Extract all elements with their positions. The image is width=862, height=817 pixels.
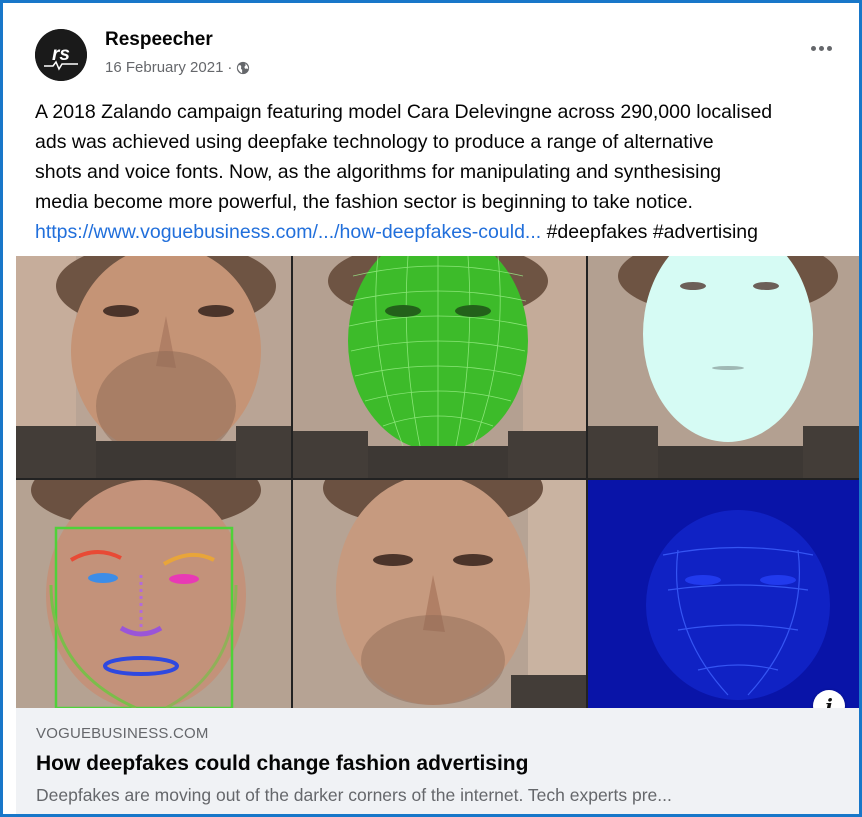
preview-headline[interactable]: How deepfakes could change fashion adver…: [36, 752, 528, 776]
link-preview[interactable]: VOGUEBUSINESS.COM How deepfakes could ch…: [16, 708, 859, 814]
hashtags[interactable]: #deepfakes #advertising: [541, 221, 758, 243]
face-photo-2: [293, 480, 586, 708]
post-meta: 16 February 2021 ·: [105, 59, 250, 76]
face-mesh-photo: [293, 256, 586, 478]
face-landmarks-photo: [16, 480, 291, 708]
post-text-line: media become more powerful, the fashion …: [35, 191, 693, 213]
preview-domain: VOGUEBUSINESS.COM: [36, 725, 209, 742]
article-link[interactable]: https://www.voguebusiness.com/.../how-de…: [35, 221, 541, 243]
post-image[interactable]: [16, 256, 859, 708]
author-name[interactable]: Respeecher: [105, 29, 213, 51]
respeecher-logo: rs: [35, 29, 87, 81]
post-text-line: ads was achieved using deepfake technolo…: [35, 131, 714, 153]
post-text-line: shots and voice fonts. Now, as the algor…: [35, 161, 722, 183]
face-photo-1: [16, 256, 291, 478]
more-options-icon[interactable]: [806, 36, 836, 60]
post-text-line-links: https://www.voguebusiness.com/.../how-de…: [35, 217, 857, 247]
post-text: A 2018 Zalando campaign featuring model …: [35, 97, 857, 247]
avatar[interactable]: rs: [35, 29, 87, 81]
post-card: rs Respeecher 16 February 2021 · A 2018 …: [0, 0, 862, 817]
post-header: rs Respeecher 16 February 2021 ·: [3, 3, 859, 95]
meta-separator: ·: [227, 59, 233, 76]
svg-text:rs: rs: [52, 44, 70, 65]
preview-description: Deepfakes are moving out of the darker c…: [36, 785, 672, 805]
face-mask-photo: [588, 256, 859, 478]
face-heatmap-photo: [588, 480, 859, 708]
post-date[interactable]: 16 February 2021: [105, 59, 223, 76]
globe-icon[interactable]: [236, 61, 250, 75]
post-text-line: A 2018 Zalando campaign featuring model …: [35, 101, 773, 123]
